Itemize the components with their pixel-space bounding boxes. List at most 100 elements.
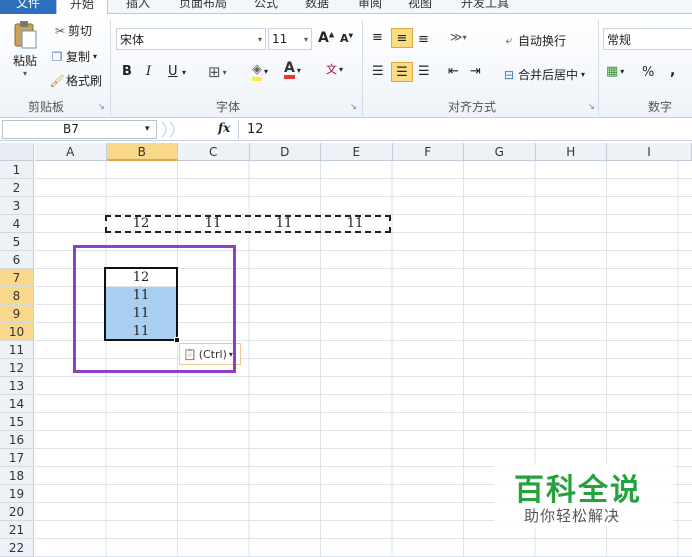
merge-dropdown-icon[interactable]: ▾ (581, 70, 585, 79)
font-name-select[interactable]: 宋体 ▾ (116, 28, 266, 50)
grow-font-icon: A▲ (318, 30, 335, 46)
worksheet-grid[interactable]: ABCDEFGHI 1 2 3 4 5 6 7 8 9 10 11 12 13 14 15 16 17 18 19 2… (0, 143, 692, 557)
column-header-a[interactable]: A (35, 143, 107, 161)
row-header-22[interactable]: 22 (0, 539, 34, 557)
number-format-select[interactable]: 常规 (603, 28, 692, 50)
column-header-c[interactable]: C (178, 143, 250, 161)
shrink-font-button[interactable]: A▼ (340, 32, 353, 45)
bold-button[interactable]: B (122, 64, 132, 79)
column-header-h[interactable]: H (535, 143, 607, 161)
wrap-text-button[interactable]: ⤶ 自动换行 (500, 32, 566, 49)
row-header-13[interactable]: 13 (0, 377, 34, 395)
tab-page-layout[interactable]: 页面布局 (168, 0, 238, 14)
tab-insert[interactable]: 插入 (118, 0, 158, 14)
tab-home[interactable]: 开始 (56, 0, 108, 15)
chevron-down-icon: ▾ (303, 34, 308, 44)
tab-developer[interactable]: 开发工具 (450, 0, 520, 14)
column-header-i[interactable]: I (607, 143, 692, 161)
row-header-4[interactable]: 4 (0, 215, 34, 233)
select-all-corner[interactable] (0, 143, 34, 161)
clipboard-launcher-icon[interactable]: ↘ (98, 102, 105, 111)
decrease-indent-button[interactable]: ⇤ (448, 64, 459, 79)
row-header-9[interactable]: 9 (0, 305, 34, 323)
copy-button[interactable]: ❐ 复制 ▾ (48, 48, 97, 65)
row-header-16[interactable]: 16 (0, 431, 34, 449)
row-header-1[interactable]: 1 (0, 161, 34, 179)
group-separator (110, 20, 111, 116)
tab-view[interactable]: 视图 (400, 0, 440, 14)
align-center-button[interactable]: ☰ (391, 62, 413, 82)
column-header-g[interactable]: G (464, 143, 536, 161)
cell-c4[interactable]: 11 (178, 215, 248, 232)
row-header-6[interactable]: 6 (0, 251, 34, 269)
row-header-8[interactable]: 8 (0, 287, 34, 305)
copy-dropdown-icon[interactable]: ▾ (93, 52, 97, 61)
merge-center-label: 合并后居中 (518, 68, 579, 82)
alignment-launcher-icon[interactable]: ↘ (588, 102, 595, 111)
font-size-select[interactable]: 11 ▾ (268, 28, 312, 50)
italic-button[interactable]: I (146, 64, 151, 79)
percent-button[interactable]: % (642, 65, 654, 80)
cell-d4[interactable]: 11 (249, 215, 319, 232)
column-header-d[interactable]: D (249, 143, 321, 161)
grow-font-button[interactable]: A▲ (318, 30, 334, 46)
orientation-button[interactable]: ≫ ▾ (450, 30, 467, 44)
row-header-21[interactable]: 21 (0, 521, 34, 539)
tab-formulas[interactable]: 公式 (246, 0, 286, 14)
name-box[interactable]: B7 ▾ (2, 120, 157, 139)
row-header-12[interactable]: 12 (0, 359, 34, 377)
cell-e4[interactable]: 11 (320, 215, 390, 232)
row-header-7[interactable]: 7 (0, 269, 34, 287)
copy-icon: ❐ (51, 49, 63, 64)
align-top-button[interactable]: ≡ (372, 30, 383, 45)
cut-label: 剪切 (68, 24, 93, 38)
row-header-5[interactable]: 5 (0, 233, 34, 251)
underline-dropdown-icon[interactable]: ▾ (182, 68, 186, 77)
watermark-subtitle: 助你轻松解决 (524, 507, 621, 525)
row-header-19[interactable]: 19 (0, 485, 34, 503)
phonetic-button[interactable]: 文 ▾ (326, 61, 343, 77)
tab-file[interactable]: 文件 (0, 0, 56, 14)
cut-button[interactable]: ✂ 剪切 (52, 22, 92, 39)
number-group-label: 数字 (648, 100, 673, 114)
underline-button[interactable]: U (168, 64, 178, 79)
row-header-2[interactable]: 2 (0, 179, 34, 197)
row-header-15[interactable]: 15 (0, 413, 34, 431)
borders-button[interactable]: ⊞ ▾ (208, 63, 227, 81)
row-header-11[interactable]: 11 (0, 341, 34, 359)
row-header-3[interactable]: 3 (0, 197, 34, 215)
row-header-17[interactable]: 17 (0, 449, 34, 467)
insert-function-icon[interactable]: fx (218, 121, 230, 135)
paste-button[interactable]: 粘贴 ▾ (8, 20, 42, 78)
font-launcher-icon[interactable]: ↘ (350, 102, 357, 111)
align-right-button[interactable]: ☰ (418, 64, 430, 79)
row-header-20[interactable]: 20 (0, 503, 34, 521)
tab-review[interactable]: 审阅 (350, 0, 390, 14)
format-painter-button[interactable]: 🖌 格式刷 (48, 72, 102, 89)
ribbon-tab-bar: 文件 开始 插入 页面布局 公式 数据 审阅 视图 开发工具 (0, 0, 692, 15)
accounting-format-button[interactable]: ▦ ▾ (606, 64, 624, 79)
align-left-button[interactable]: ☰ (372, 64, 384, 79)
column-header-f[interactable]: F (392, 143, 464, 161)
row-header-10[interactable]: 10 (0, 323, 34, 341)
align-middle-icon: ≡ (396, 30, 408, 46)
increase-indent-button[interactable]: ⇥ (470, 64, 481, 79)
paste-dropdown-icon[interactable]: ▾ (23, 69, 27, 78)
currency-icon: ▦ (606, 64, 619, 79)
align-bottom-button[interactable]: ≡ (418, 32, 429, 47)
fill-color-button[interactable]: ◈ ▾ (252, 62, 268, 81)
font-color-button[interactable]: A ▾ (284, 61, 301, 79)
align-middle-button[interactable]: ≡ (391, 28, 413, 48)
tab-data[interactable]: 数据 (297, 0, 337, 14)
cell-b4[interactable]: 12 (106, 215, 176, 232)
chevron-down-icon[interactable]: ▾ (145, 121, 150, 138)
row-header-14[interactable]: 14 (0, 395, 34, 413)
row-header-18[interactable]: 18 (0, 467, 34, 485)
merge-center-button[interactable]: ⊟ 合并后居中 ▾ (500, 66, 585, 83)
column-header-b[interactable]: B (106, 143, 178, 161)
copy-label: 复制 (66, 50, 91, 64)
shrink-font-icon: A▼ (340, 32, 354, 45)
formula-input[interactable]: 12 (238, 120, 690, 139)
comma-button[interactable]: , (670, 63, 675, 79)
column-header-e[interactable]: E (321, 143, 393, 161)
